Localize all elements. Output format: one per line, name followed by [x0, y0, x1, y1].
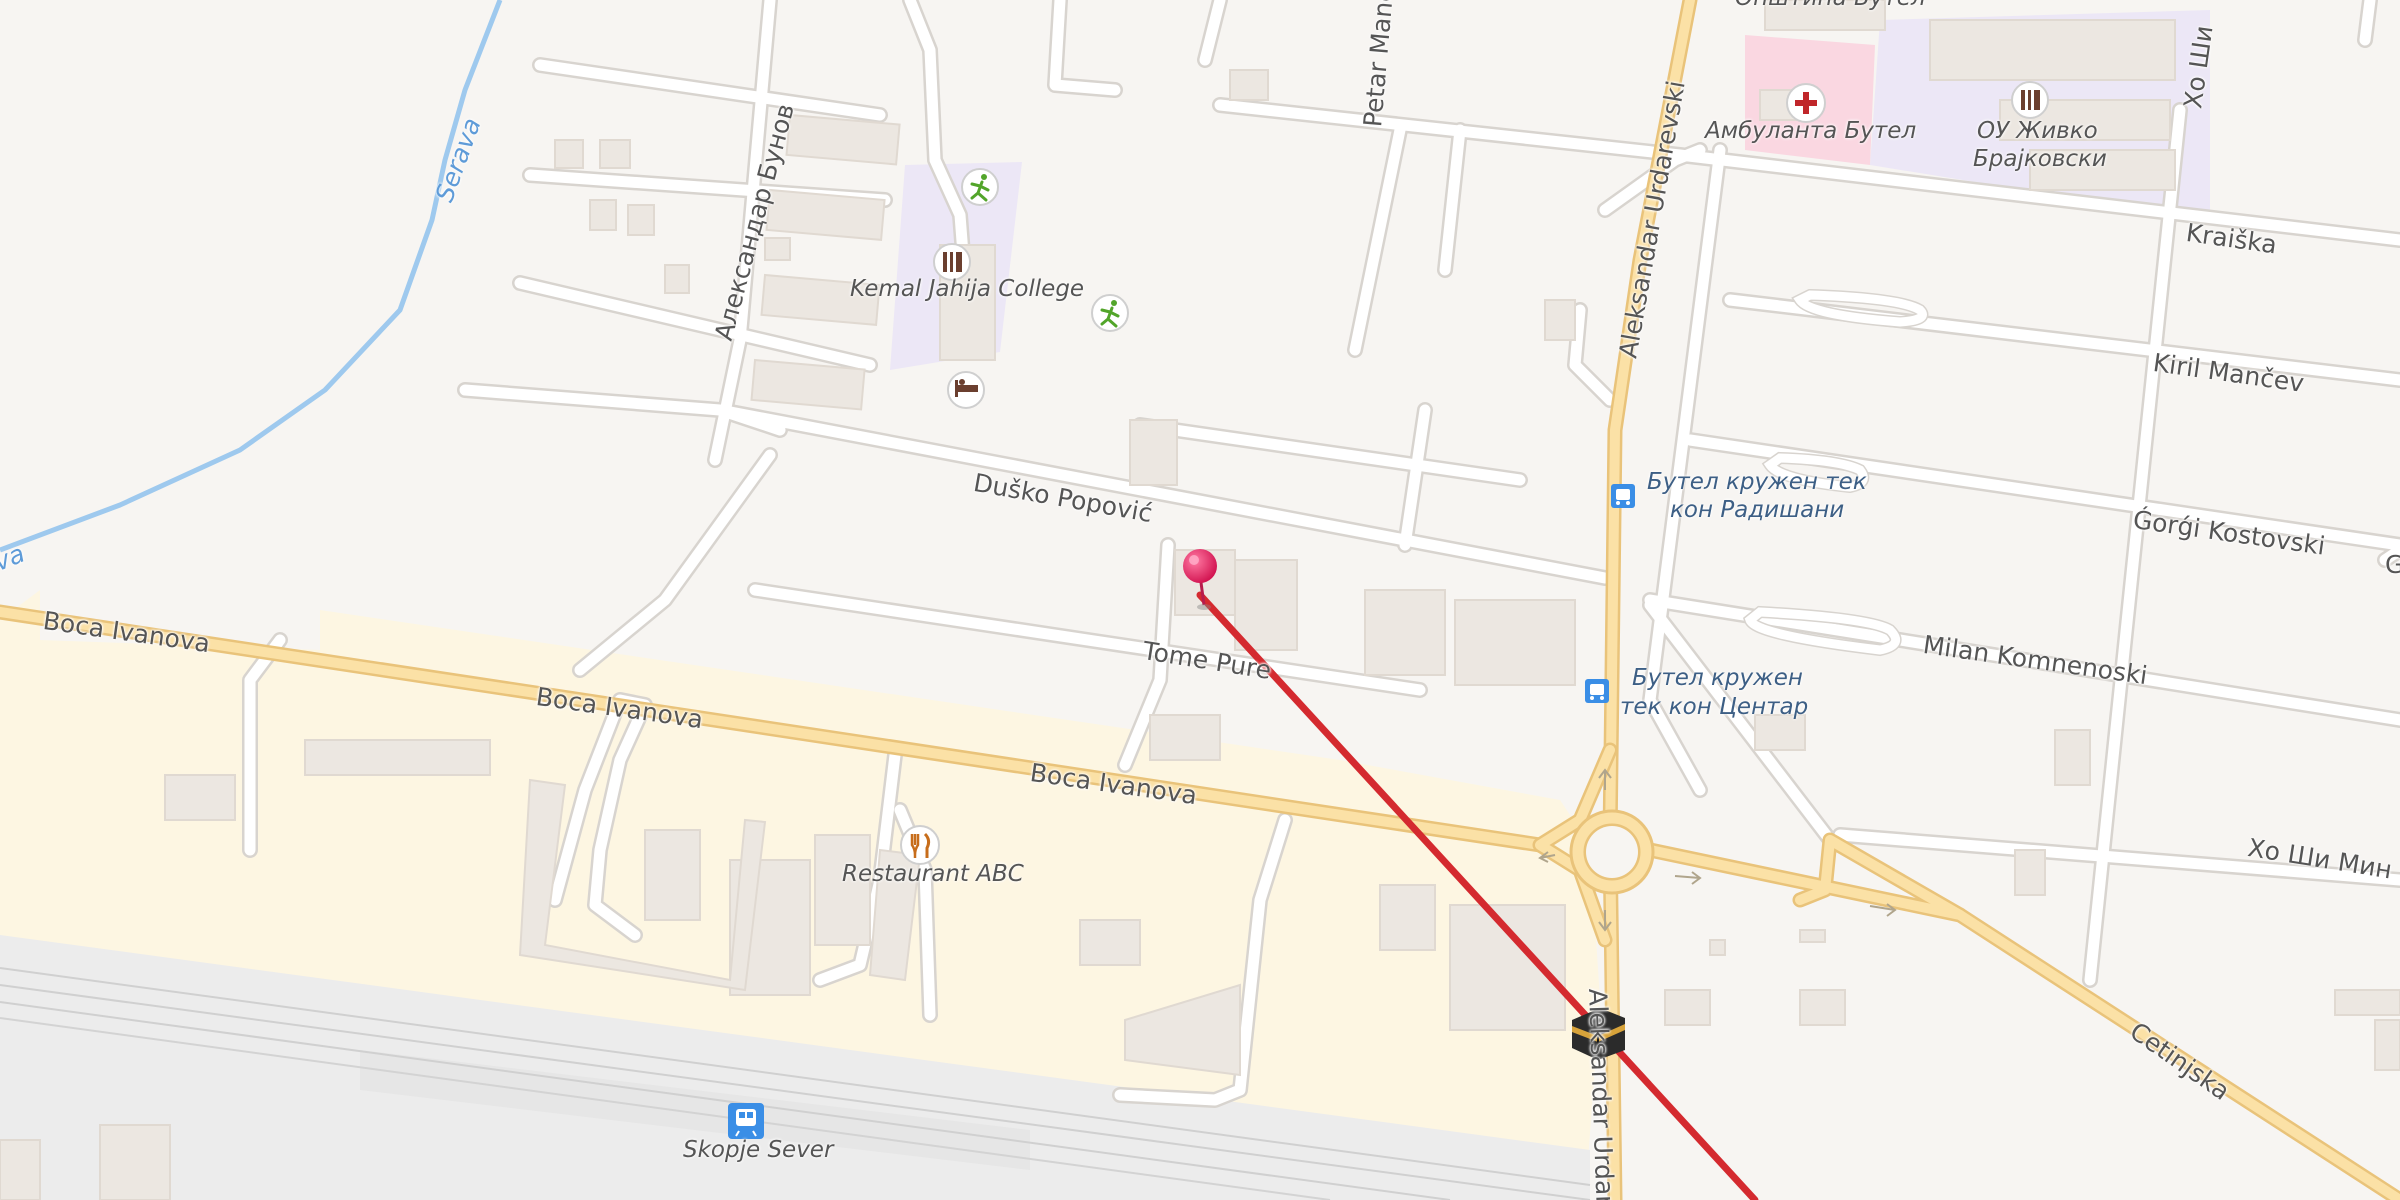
bus-stop-label-1-line2[interactable]: кон Радишани	[1670, 497, 1844, 525]
college-school-icon[interactable]	[933, 243, 971, 281]
map-canvas[interactable]: Александар Бунов Petar Manc Aleksandar U…	[0, 0, 2400, 1200]
poi-label-opstina-butel[interactable]: Општина Бутел	[1735, 0, 1926, 10]
bus-stop-label-2-line2[interactable]: тек кон Центар	[1620, 694, 1808, 722]
restaurant-fork-knife-icon[interactable]	[900, 825, 940, 865]
bus-stop-icon-2[interactable]	[1585, 679, 1609, 703]
poi-label-restaurant-abc[interactable]: Restaurant ABC	[842, 863, 1024, 886]
sports-icon-1[interactable]	[961, 168, 999, 206]
train-station-icon[interactable]	[728, 1103, 764, 1139]
poi-label-kemal-jahija-college[interactable]: Kemal Jahija College	[850, 278, 1084, 301]
sports-icon-2[interactable]	[1091, 294, 1129, 332]
bus-stop-icon-1[interactable]	[1611, 484, 1635, 508]
poi-label-ou-zhivko-line1[interactable]: ОУ Живко	[1977, 120, 2098, 143]
street-label-aleksandar-urdarevski-south: Aleksandar Urdare	[1583, 987, 1621, 1200]
hotel-bed-icon[interactable]	[947, 371, 985, 409]
map-layer[interactable]	[0, 0, 2400, 1200]
poi-label-skopje-sever[interactable]: Skopje Sever	[683, 1139, 833, 1162]
bus-stop-label-2-line1[interactable]: Бутел кружен	[1632, 665, 1803, 693]
hospital-cross-icon[interactable]	[1786, 83, 1826, 123]
bus-stop-label-1-line1[interactable]: Бутел кружен тек	[1647, 469, 1867, 497]
street-label-g-edge: G	[2385, 550, 2400, 579]
school-icon-2[interactable]	[2011, 81, 2049, 119]
poi-label-ou-zhivko-line2[interactable]: Брајковски	[1973, 148, 2107, 171]
poi-label-ambulanta-butel[interactable]: Амбуланта Бутел	[1705, 120, 1916, 143]
